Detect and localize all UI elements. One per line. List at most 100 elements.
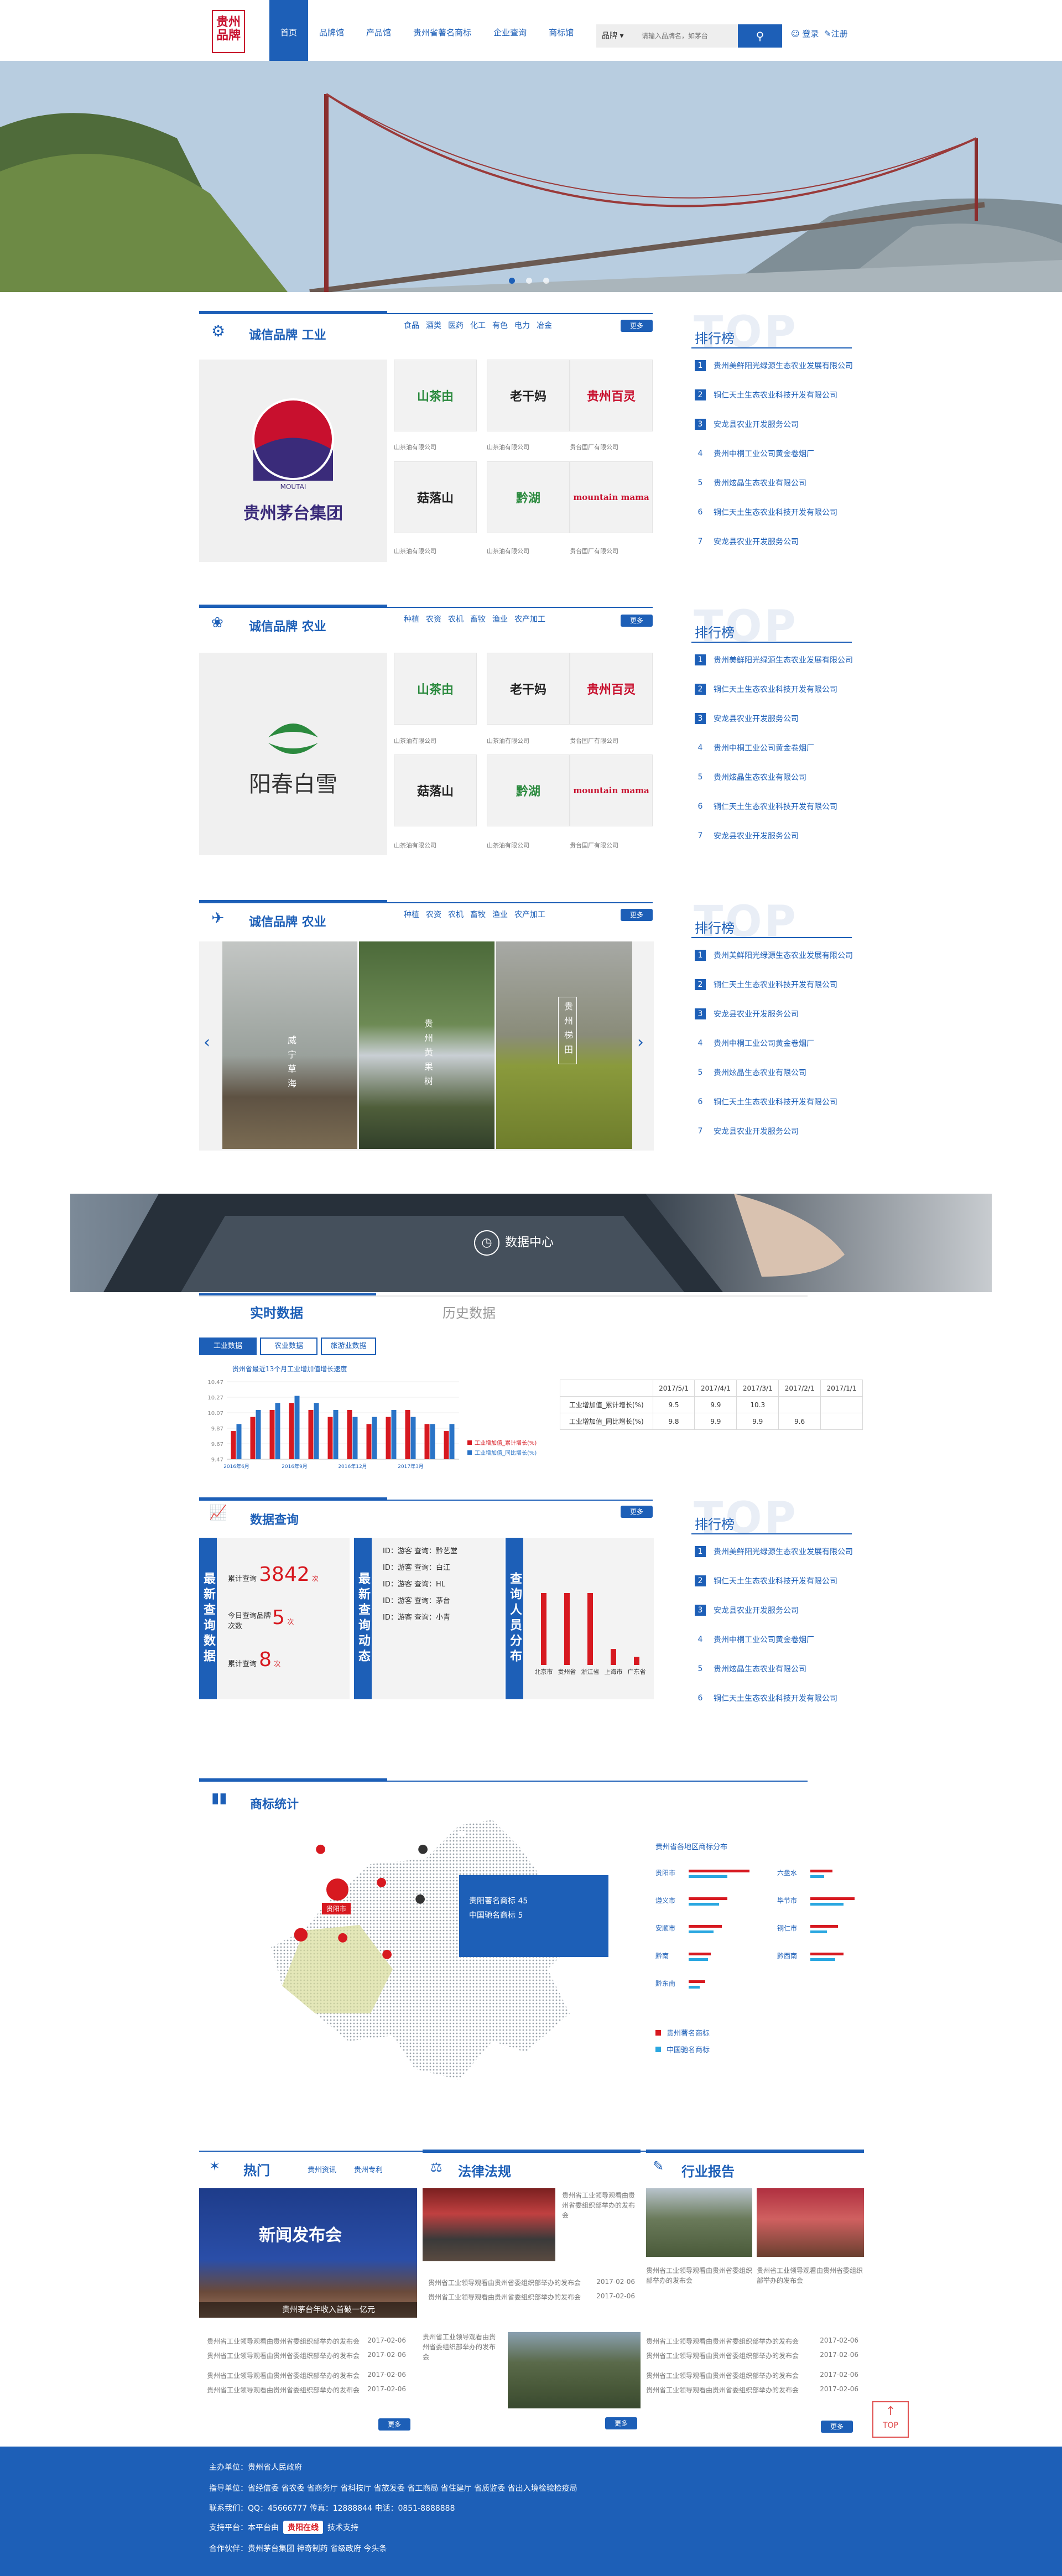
banner-dot[interactable] (509, 278, 515, 284)
more-button[interactable]: 更多 (621, 1506, 653, 1518)
cat-tab[interactable]: 酒类 (426, 320, 441, 331)
rank-item[interactable]: 4 贵州中桐工业公司黄金卷烟厂 (695, 733, 853, 762)
cat-tab[interactable]: 种植 (404, 909, 419, 920)
partner-logo[interactable]: 贵阳在线 (283, 2521, 323, 2534)
rank-item[interactable]: 7 安龙县农业开发服务公司 (695, 1116, 853, 1146)
brand-tile[interactable]: 山茶由 (394, 653, 477, 725)
rank-item[interactable]: 5 贵州炫晶生态农业有限公司 (695, 1654, 853, 1683)
chevron-right-icon[interactable]: › (637, 1033, 644, 1052)
search-input[interactable] (642, 29, 730, 43)
more-button[interactable]: 更多 (621, 615, 653, 627)
news-item[interactable]: 贵州省工业领导观看由贵州省委组织部举办的发布会 2017-02-06 (646, 2336, 858, 2346)
rank-item[interactable]: 6 铜仁天土生态农业科技开发有限公司 (695, 1087, 853, 1116)
rank-item[interactable]: 5 贵州炫晶生态农业有限公司 (695, 1058, 853, 1087)
more-button[interactable]: 更多 (621, 320, 653, 332)
nav-trademarks[interactable]: 商标馆 (538, 0, 585, 61)
news-item[interactable]: 贵州省工业领导观看由贵州省委组织部举办的发布会 2017-02-06 (207, 2336, 406, 2346)
banner-dot[interactable] (543, 278, 549, 284)
tourism-data-button[interactable]: 旅游业数据 (321, 1338, 376, 1355)
news-item[interactable]: 贵州省工业领导观看由贵州省委组织部举办的发布会 2017-02-06 (646, 2385, 858, 2395)
brand-tile[interactable]: 菇落山 (394, 461, 477, 533)
record-item[interactable]: ID：游客 查询：HL (383, 1576, 457, 1593)
news-item[interactable]: 贵州省工业领导观看由贵州省委组织部举办的发布会 2017-02-06 (428, 2292, 635, 2302)
tab-history-data[interactable]: 历史数据 (442, 1302, 496, 1321)
brand-tile[interactable]: 黔湖 (487, 461, 570, 533)
cat-tab[interactable]: 畜牧 (470, 909, 486, 920)
record-item[interactable]: ID：游客 查询：茅台 (383, 1593, 457, 1610)
news-item[interactable]: 贵州省工业领导观看由贵州省委组织部举办的发布会 2017-02-06 (646, 2351, 858, 2360)
brand-tile[interactable]: 贵州百灵 (570, 653, 653, 725)
featured-brand-moutai[interactable]: MOUTAI 贵州茅台集团 (199, 360, 387, 562)
map-pin-icon[interactable]: ● (382, 1947, 392, 1961)
rank-item[interactable]: 3 安龙县农业开发服务公司 (695, 409, 853, 439)
news-item[interactable]: 贵州省工业领导观看由贵州省委组织部举办的发布会 2017-02-06 (646, 2371, 858, 2380)
record-item[interactable]: ID：游客 查询：黔艺堂 (383, 1543, 457, 1560)
rank-item[interactable]: 4 贵州中桐工业公司黄金卷烟厂 (695, 1625, 853, 1654)
cat-tab[interactable]: 食品 (404, 320, 419, 331)
more-button[interactable]: 更多 (621, 909, 653, 921)
brand-tile[interactable]: 山茶由 (394, 360, 477, 431)
cat-tab[interactable]: 有色 (492, 320, 508, 331)
cat-tab[interactable]: 畜牧 (470, 613, 486, 625)
search-type-select[interactable]: 品牌 ▾ (602, 24, 623, 48)
cat-tab[interactable]: 农机 (448, 909, 464, 920)
news-item-text[interactable]: 贵州省工业领导观看由贵州省委组织部举办的发布会 (646, 2266, 752, 2286)
rank-item[interactable]: 6 铜仁天土生态农业科技开发有限公司 (695, 792, 853, 821)
site-logo[interactable]: 贵州品牌 (212, 10, 245, 53)
rank-item[interactable]: 2 铜仁天土生态农业科技开发有限公司 (695, 970, 853, 999)
more-button[interactable]: 更多 (378, 2418, 410, 2431)
map-pin-icon[interactable]: ● (337, 1930, 348, 1944)
cat-tab[interactable]: 渔业 (492, 909, 508, 920)
cat-tab[interactable]: 冶金 (537, 320, 552, 331)
news-item-text[interactable]: 贵州省工业领导观看由贵州省委组织部举办的发布会 (757, 2266, 864, 2286)
agri-data-button[interactable]: 农业数据 (260, 1338, 317, 1355)
more-button[interactable]: 更多 (821, 2421, 853, 2433)
brand-tile[interactable]: 贵州百灵 (570, 360, 653, 431)
rank-item[interactable]: 5 贵州炫晶生态农业有限公司 (695, 762, 853, 792)
news-item[interactable]: 贵州省工业领导观看由贵州省委组织部举办的发布会 2017-02-06 (428, 2278, 635, 2287)
report-image[interactable] (646, 2188, 752, 2257)
featured-brand-yangchun[interactable]: 阳春白雪 (199, 653, 387, 855)
news-item[interactable]: 贵州省工业领导观看由贵州省委组织部举办的发布会 2017-02-06 (207, 2351, 406, 2360)
cat-tab[interactable]: 种植 (404, 613, 419, 625)
brand-tile[interactable]: mountain mama (570, 461, 653, 533)
rank-item[interactable]: 4 贵州中桐工业公司黄金卷烟厂 (695, 1028, 853, 1058)
rank-item[interactable]: 5 贵州炫晶生态农业有限公司 (695, 468, 853, 497)
rank-item[interactable]: 2 铜仁天土生态农业科技开发有限公司 (695, 380, 853, 409)
search-button[interactable]: ⚲ (738, 24, 782, 48)
rank-item[interactable]: 1 贵州美鲜阳光绿源生态农业发展有限公司 (695, 645, 853, 674)
village-image[interactable] (508, 2332, 641, 2408)
report-image[interactable] (757, 2188, 864, 2257)
cat-tab[interactable]: 医药 (448, 320, 464, 331)
map-pin-icon[interactable]: ● (418, 1842, 428, 1856)
map-pin-icon[interactable]: ● (376, 1875, 387, 1889)
rank-item[interactable]: 3 安龙县农业开发服务公司 (695, 1595, 853, 1625)
nav-home[interactable]: 首页 (269, 0, 309, 61)
rank-item[interactable]: 6 铜仁天土生态农业科技开发有限公司 (695, 1683, 853, 1713)
tab-live-data[interactable]: 实时数据 (250, 1302, 303, 1321)
rank-item[interactable]: 2 铜仁天土生态农业科技开发有限公司 (695, 1566, 853, 1595)
news-item-text[interactable]: 贵州省工业领导观看由贵州省委组织部举办的发布会 (562, 2190, 639, 2220)
news-tab[interactable]: 贵州资讯 (308, 2164, 336, 2174)
news-item[interactable]: 贵州省工业领导观看由贵州省委组织部举办的发布会 2017-02-06 (207, 2385, 406, 2395)
more-button[interactable]: 更多 (605, 2417, 637, 2429)
login-link[interactable]: 登录 (802, 29, 819, 39)
record-item[interactable]: ID：游客 查询：小青 (383, 1610, 457, 1626)
news-item[interactable]: 贵州省工业领导观看由贵州省委组织部举办的发布会 2017-02-06 (207, 2371, 406, 2380)
press-conference-image[interactable]: 新闻发布会 贵州茅台年收入首破一亿元 (199, 2188, 417, 2318)
rank-item[interactable]: 7 安龙县农业开发服务公司 (695, 821, 853, 850)
brand-tile[interactable]: 老干妈 (487, 653, 570, 725)
guiyang-pin-icon[interactable] (326, 1878, 348, 1901)
map-pin-icon[interactable]: ● (293, 1923, 309, 1944)
industry-data-button[interactable]: 工业数据 (199, 1338, 257, 1355)
rank-item[interactable]: 1 贵州美鲜阳光绿源生态农业发展有限公司 (695, 1537, 853, 1566)
rank-item[interactable]: 3 安龙县农业开发服务公司 (695, 999, 853, 1028)
cat-tab[interactable]: 渔业 (492, 613, 508, 625)
rank-item[interactable]: 1 贵州美鲜阳光绿源生态农业发展有限公司 (695, 351, 853, 380)
record-item[interactable]: ID：游客 查询：白江 (383, 1560, 457, 1576)
news-item-text[interactable]: 贵州省工业领导观看由贵州省委组织部举办的发布会 (423, 2332, 500, 2362)
scenery-photo[interactable]: 威宁草海 (222, 941, 357, 1149)
nav-famous-trademarks[interactable]: 贵州省著名商标 (402, 0, 482, 61)
chevron-left-icon[interactable]: ‹ (204, 1033, 210, 1052)
cat-tab[interactable]: 农资 (426, 909, 441, 920)
